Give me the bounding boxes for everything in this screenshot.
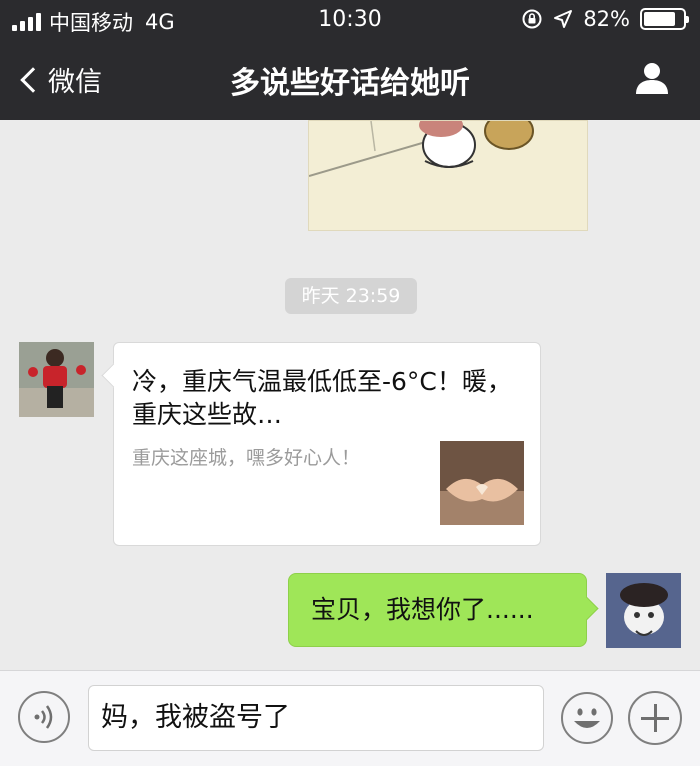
sticker-image[interactable]	[308, 120, 588, 231]
emoji-icon[interactable]	[560, 691, 614, 745]
nav-bar: 微信 多说些好话给她听	[0, 38, 700, 120]
chat-area[interactable]: 昨天 23:59 冷，重庆气温最低低至-6°C！暖，重庆这些故… 重庆这座城，嘿…	[0, 120, 700, 670]
battery-fill	[644, 12, 676, 26]
battery-icon	[640, 8, 689, 30]
contact-avatar[interactable]	[19, 342, 94, 417]
sticker-drawing	[309, 121, 587, 230]
message-timestamp: 昨天 23:59	[285, 278, 417, 314]
input-bar: 妈，我被盗号了	[0, 670, 700, 766]
lock-rotation-icon	[522, 9, 542, 29]
page-title: 多说些好话给她听	[230, 66, 470, 101]
status-right: 82%	[521, 7, 689, 31]
my-avatar-photo	[606, 573, 681, 648]
status-bar: 中国移动 4G 10:30 82%	[0, 0, 700, 38]
article-card[interactable]: 冷，重庆气温最低低至-6°C！暖，重庆这些故… 重庆这座城，嘿多好心人！	[113, 342, 541, 546]
voice-button[interactable]	[18, 691, 70, 743]
sent-message-bubble[interactable]: 宝贝，我想你了......	[288, 573, 587, 647]
location-icon	[554, 10, 573, 28]
article-thumbnail	[440, 441, 524, 525]
battery-percent: 82%	[583, 7, 630, 31]
profile-icon[interactable]	[634, 60, 670, 96]
article-title: 冷，重庆气温最低低至-6°C！暖，重庆这些故…	[132, 367, 512, 429]
message-input[interactable]: 妈，我被盗号了	[88, 685, 544, 751]
my-avatar[interactable]	[606, 573, 681, 648]
article-thumbnail-image	[440, 441, 524, 525]
contact-avatar-photo	[19, 342, 94, 417]
voice-icon	[34, 705, 53, 729]
article-description: 重庆这座城，嘿多好心人！	[132, 447, 361, 469]
plus-button[interactable]	[628, 691, 682, 745]
